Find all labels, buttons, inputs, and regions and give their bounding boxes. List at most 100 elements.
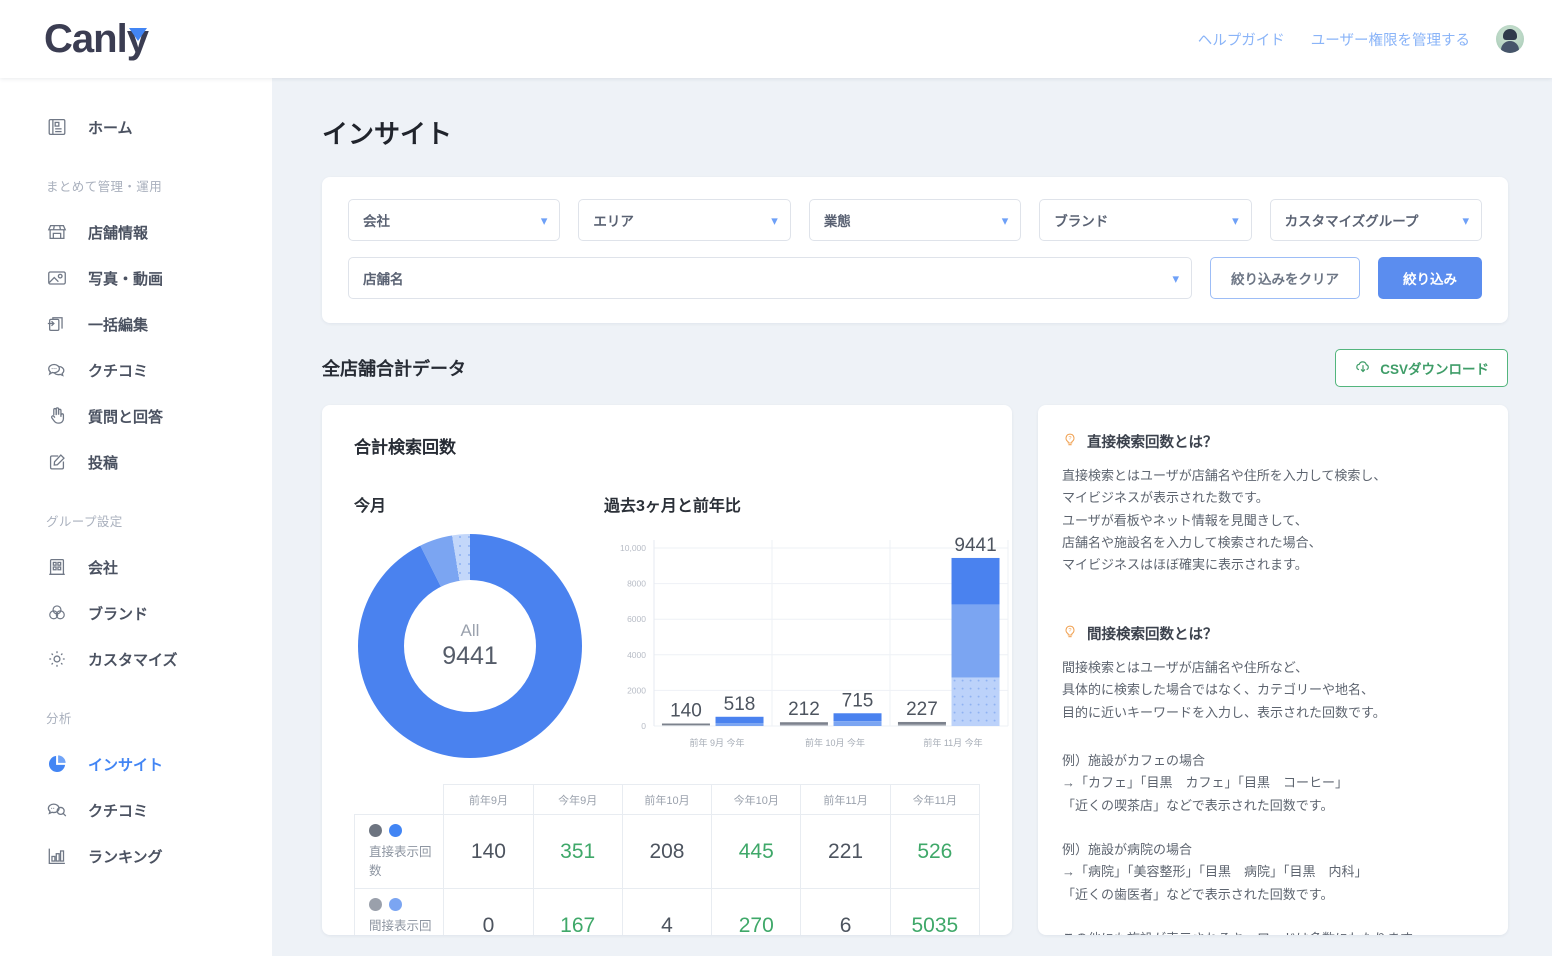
- chevron-down-icon: ▾: [1462, 212, 1470, 228]
- sidebar-item-review-analysis[interactable]: クチコミ: [0, 787, 272, 833]
- example-line: 例）施設がカフェの場合: [1062, 752, 1206, 768]
- info-block-direct-search: ? 直接検索回数とは？ 直接検索とはユーザが店舗名や住所を入力して検索し、 マイ…: [1062, 431, 1482, 577]
- table-header-cell: 今年11月: [889, 784, 981, 815]
- svg-text:10,000: 10,000: [620, 543, 646, 553]
- brand-select[interactable]: ブランド ▾: [1039, 199, 1252, 241]
- table-cell: 270: [711, 888, 802, 935]
- table-header-cell: 前年11月: [800, 784, 891, 815]
- photo-icon: [44, 265, 70, 291]
- sidebar-item-post[interactable]: 投稿: [0, 439, 272, 485]
- store-name-select[interactable]: 店舗名 ▾: [348, 257, 1192, 299]
- apply-filter-button[interactable]: 絞り込み: [1378, 257, 1482, 299]
- sidebar-item-reviews[interactable]: クチコミ: [0, 347, 272, 393]
- svg-text:6000: 6000: [627, 614, 646, 624]
- table-row-label: 間接表示回数: [369, 919, 432, 933]
- table-cell: 4: [621, 888, 713, 935]
- sidebar-item-photo-video[interactable]: 写真・動画: [0, 255, 272, 301]
- info-title: 直接検索回数とは？: [1087, 435, 1218, 451]
- sidebar: ホーム まとめて管理・運用 店舗情報 写真・動画 一括編集 クチコミ 質問と回答…: [0, 78, 272, 956]
- legend-dot-this-year: [389, 898, 402, 911]
- info-line: 具体的に検索した場合ではなく、カテゴリーや地名、: [1062, 682, 1375, 698]
- bar-chart-block: 過去3ヶ月と前年比 0 2000 4000 6000 8000 10,000 140 518 前…: [604, 492, 1012, 766]
- svg-text:前年 10月 今年: 前年 10月 今年: [805, 737, 865, 748]
- cloud-download-icon: [1354, 358, 1372, 379]
- sidebar-item-store-info[interactable]: 店舗情報: [0, 209, 272, 255]
- info-line: 店舗名や施設名を入力して検索された場合、: [1062, 535, 1322, 551]
- example-cafe: 例）施設がカフェの場合 →「カフェ」「目黒 カフェ」「目黒 コーヒー」 「近くの…: [1062, 750, 1482, 817]
- legend-dots: [369, 824, 443, 837]
- sidebar-item-label: 会社: [88, 559, 119, 577]
- sidebar-group-label-manage: まとめて管理・運用: [46, 180, 163, 194]
- customize-group-select[interactable]: カスタマイズグループ ▾: [1269, 199, 1483, 241]
- svg-text:9441: 9441: [954, 535, 996, 556]
- legend-dot-prev-year: [369, 824, 382, 837]
- company-select-value: 会社: [363, 214, 390, 229]
- table-head: 前年9月 今年9月 前年10月 今年10月 前年11月 今年11月: [354, 784, 981, 815]
- info-block-indirect-search: ? 間接検索回数とは？ 間接検索とはユーザが店舗名や住所など、 具体的に検索した…: [1062, 623, 1482, 724]
- top-bar-actions: ヘルプガイド ユーザー権限を管理する: [1198, 25, 1524, 53]
- example-line: →「病院」「美容整形」「目黒 病院」「目黒 内科」: [1062, 864, 1368, 880]
- example-line: 「近くの歯医者」などで表示された回数です。: [1062, 886, 1334, 902]
- sidebar-item-label: 一括編集: [88, 316, 149, 334]
- chevron-down-icon: ▾: [1001, 212, 1009, 228]
- sidebar-item-bulk-edit[interactable]: 一括編集: [0, 301, 272, 347]
- clear-filter-button[interactable]: 絞り込みをクリア: [1210, 257, 1360, 299]
- table-header-cell: 前年9月: [443, 784, 534, 815]
- sidebar-item-home[interactable]: ホーム: [0, 104, 272, 150]
- table-cell: 445: [711, 814, 802, 889]
- main-content: インサイト 会社 ▾ エリア ▾ 業態 ▾ ブランド ▾ カスタマイズグループ …: [272, 78, 1552, 956]
- example-line: 「近くの喫茶店」などで表示された回数です。: [1062, 797, 1334, 813]
- example-line: 例）施設が病院の場合: [1062, 841, 1193, 857]
- svg-text:前年 11月 今年: 前年 11月 今年: [923, 737, 982, 748]
- home-icon: [44, 114, 70, 140]
- csv-download-button[interactable]: CSVダウンロード: [1335, 349, 1508, 387]
- sidebar-item-qa[interactable]: 質問と回答: [0, 393, 272, 439]
- area-select-value: エリア: [593, 214, 634, 229]
- sidebar-item-label: ブランド: [88, 605, 149, 623]
- section-title: 全店舗合計データ: [322, 359, 466, 379]
- top-bar: Canly ヘルプガイド ユーザー権限を管理する: [0, 0, 1552, 78]
- bar-chart[interactable]: 0 2000 4000 6000 8000 10,000 140 518 前年 9月 今年 212…: [608, 534, 1012, 766]
- donut-center-label: All: [460, 620, 480, 640]
- table-cell: 526: [889, 814, 981, 889]
- table-cell: 0: [443, 888, 534, 935]
- customize-group-select-value: カスタマイズグループ: [1284, 214, 1419, 229]
- sidebar-group-label-group-settings: グループ設定: [46, 515, 123, 529]
- brand-logo-text: Canl: [44, 16, 128, 61]
- table-body: 直接表示回数 140 351 208 445 221 526 間接表示回 0 1…: [353, 814, 981, 935]
- sidebar-item-label: クチコミ: [88, 802, 149, 820]
- charts-row: 今月 All 9441 過去3ヶ月と前年比 0 2000 4000 6000 8…: [354, 492, 1009, 766]
- question-bulb-icon: ?: [1062, 624, 1078, 645]
- svg-text:227: 227: [906, 699, 938, 720]
- brand-logo[interactable]: Canly: [44, 16, 149, 62]
- info-line: 直接検索とはユーザが店舗名や住所を入力して検索し、: [1062, 468, 1387, 483]
- chevron-down-icon: ▾: [1172, 270, 1179, 286]
- chevron-down-icon: ▾: [771, 212, 778, 228]
- sidebar-item-customize[interactable]: カスタマイズ: [0, 636, 272, 682]
- bar-chart-heading: 過去3ヶ月と前年比: [604, 498, 741, 515]
- filter-row-selects: 会社 ▾ エリア ▾ 業態 ▾ ブランド ▾ カスタマイズグループ ▾: [348, 199, 1483, 241]
- sidebar-item-company[interactable]: 会社: [0, 544, 272, 590]
- donut-chart[interactable]: All 9441: [358, 534, 582, 758]
- brand-icon: [44, 600, 70, 626]
- company-select[interactable]: 会社 ▾: [348, 199, 561, 241]
- svg-text:0: 0: [641, 721, 646, 731]
- table-row-header: 間接表示回数: [353, 888, 445, 935]
- table-row-header: 直接表示回数: [353, 814, 445, 889]
- sidebar-item-insight[interactable]: インサイト: [0, 741, 272, 787]
- table-cell: 351: [532, 814, 623, 889]
- svg-text:?: ?: [1068, 436, 1071, 442]
- insight-data-table: 前年9月 今年9月 前年10月 今年10月 前年11月 今年11月 直接表示回数…: [353, 784, 981, 935]
- business-type-select[interactable]: 業態 ▾: [808, 199, 1022, 241]
- area-select[interactable]: エリア ▾: [578, 199, 791, 241]
- sidebar-item-label: 投稿: [88, 454, 119, 472]
- manage-user-permissions-link[interactable]: ユーザー権限を管理する: [1311, 29, 1470, 50]
- sidebar-item-brand[interactable]: ブランド: [0, 590, 272, 636]
- info-heading: ? 間接検索回数とは？: [1062, 623, 1482, 645]
- legend-dots: [369, 898, 443, 911]
- sidebar-item-ranking[interactable]: ランキング: [0, 833, 272, 879]
- csv-download-label: CSVダウンロード: [1380, 362, 1489, 377]
- avatar[interactable]: [1496, 25, 1524, 53]
- help-guide-link[interactable]: ヘルプガイド: [1198, 29, 1285, 50]
